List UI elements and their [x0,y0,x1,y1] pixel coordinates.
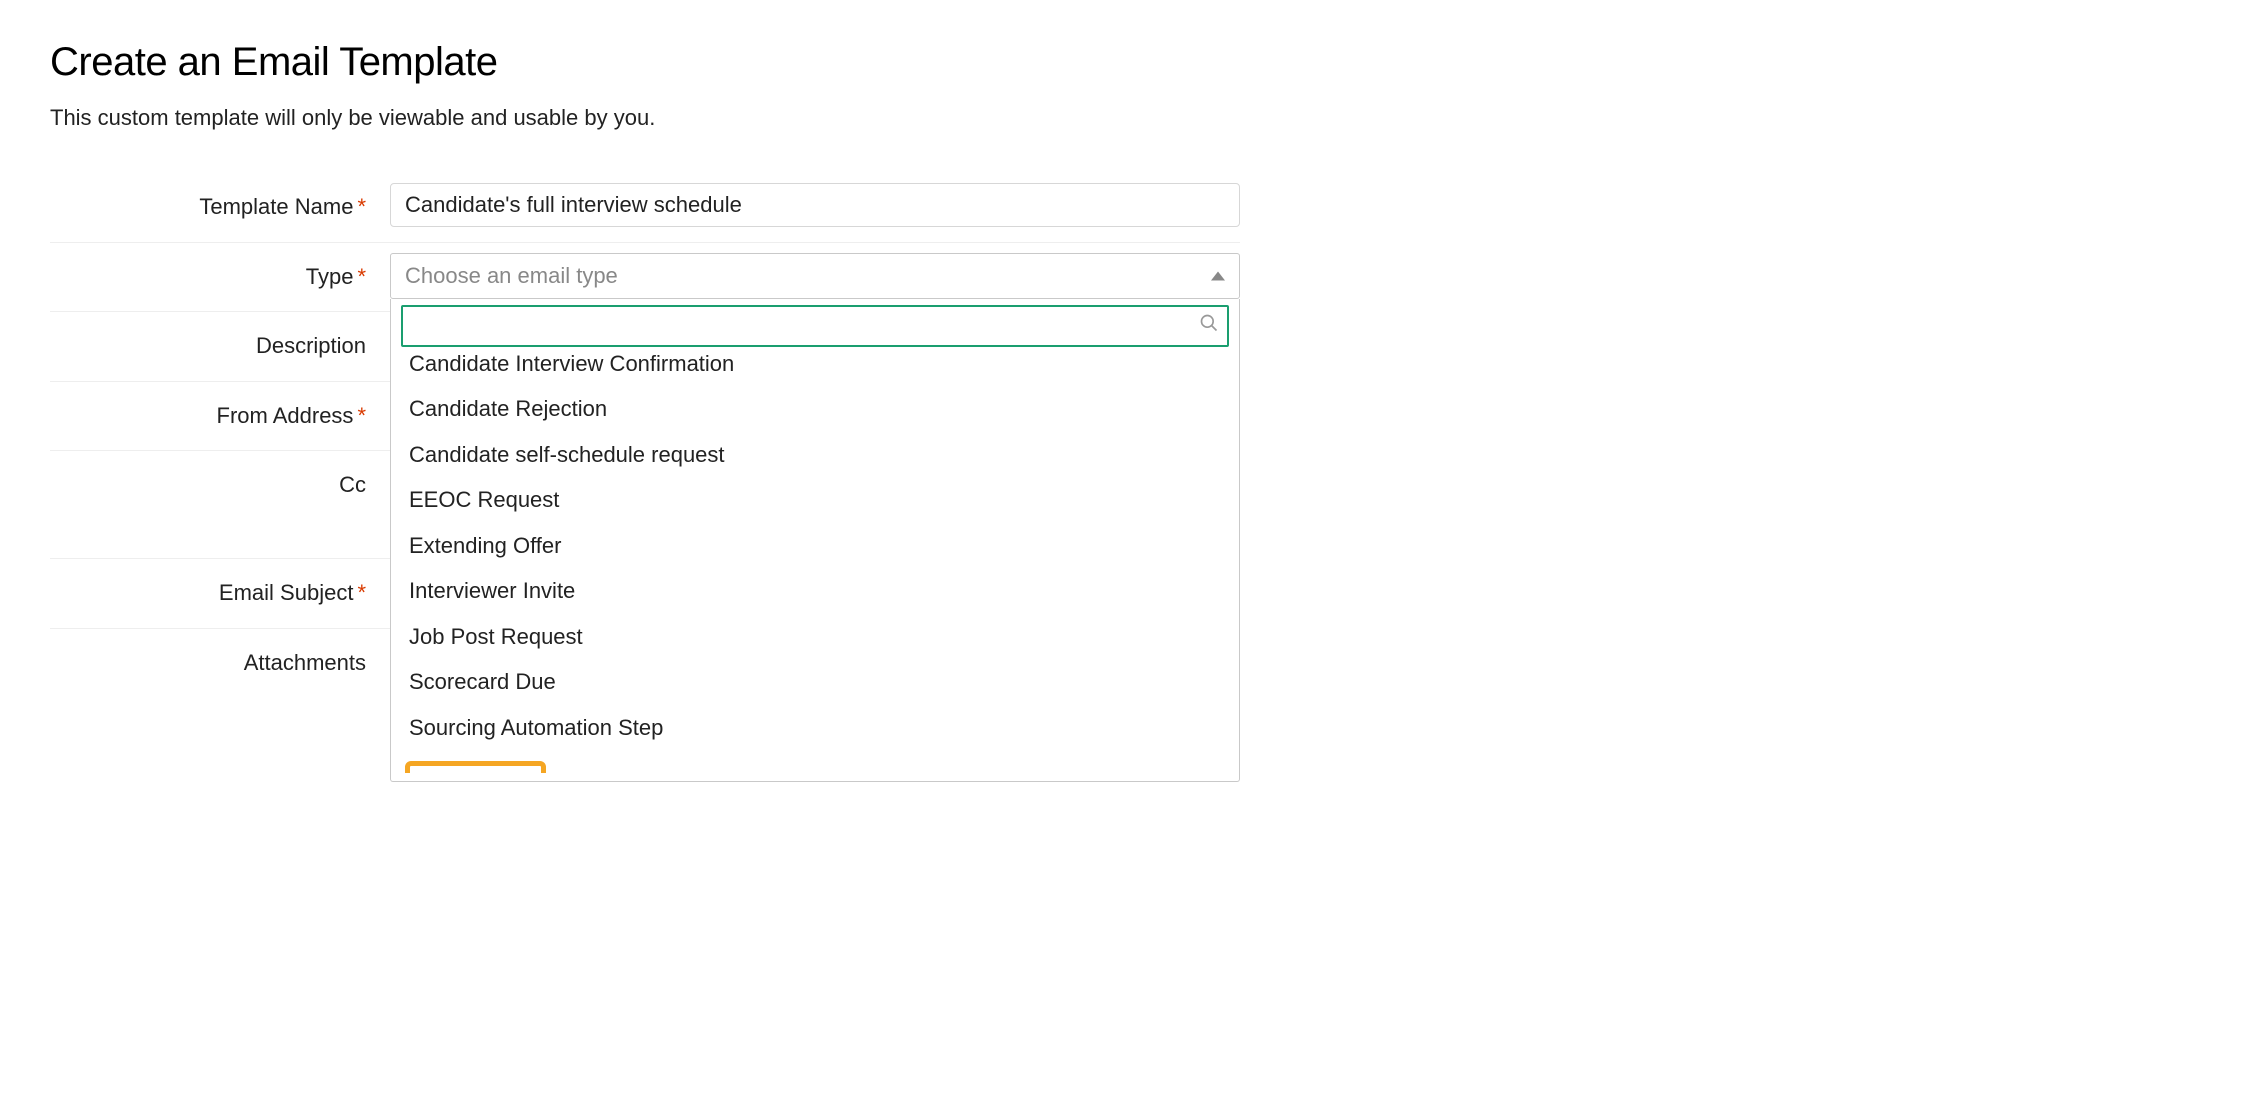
type-select[interactable]: Choose an email type Candidate Interview… [390,253,1240,299]
label-from-address: From Address* [50,382,390,451]
required-asterisk: * [357,580,366,605]
type-option[interactable]: Interviewer Invite [401,568,1229,614]
page-subtitle: This custom template will only be viewab… [50,105,2268,131]
label-text: Template Name [199,194,353,219]
required-asterisk: * [357,194,366,219]
label-type: Type* [50,243,390,312]
highlight-box: Team Email [405,761,546,773]
search-icon [1199,313,1219,339]
type-select-display[interactable]: Choose an email type [390,253,1240,299]
label-text: Description [256,333,366,358]
label-text: Type [306,264,354,289]
label-text: Cc [339,472,366,497]
dropdown-search-wrap [401,305,1229,347]
row-template-name: Template Name* [50,173,1240,243]
type-option[interactable]: Candidate self-schedule request [401,432,1229,478]
caret-up-icon [1211,271,1225,280]
type-dropdown-panel: Candidate Interview Confirmation Candida… [390,299,1240,782]
label-description: Description [50,312,390,381]
required-asterisk: * [357,403,366,428]
type-option-highlighted[interactable]: Team Email [401,750,1229,773]
label-text: Email Subject [219,580,354,605]
label-template-name: Template Name* [50,173,390,242]
label-text: Attachments [244,650,366,675]
type-option[interactable]: Job Post Request [401,614,1229,660]
label-cc: Cc [50,451,390,558]
dropdown-options-list[interactable]: Candidate Interview Confirmation Candida… [395,353,1235,773]
type-option-label: Team Email [418,771,533,773]
type-option[interactable]: Scorecard Due [401,659,1229,705]
type-placeholder: Choose an email type [405,263,618,289]
email-template-form: Template Name* Type* Choose an email typ… [50,173,1240,697]
row-type: Type* Choose an email type Candidate [50,243,1240,313]
type-option[interactable]: Extending Offer [401,523,1229,569]
required-asterisk: * [357,264,366,289]
type-option[interactable]: Candidate Rejection [401,386,1229,432]
type-option[interactable]: EEOC Request [401,477,1229,523]
template-name-input[interactable] [390,183,1240,227]
type-option[interactable]: Candidate Interview Confirmation [401,353,1229,387]
label-attachments: Attachments [50,629,390,698]
label-email-subject: Email Subject* [50,559,390,628]
label-text: From Address [217,403,354,428]
page-title: Create an Email Template [50,40,2268,85]
dropdown-search-input[interactable] [401,305,1229,347]
type-option[interactable]: Sourcing Automation Step [401,705,1229,751]
